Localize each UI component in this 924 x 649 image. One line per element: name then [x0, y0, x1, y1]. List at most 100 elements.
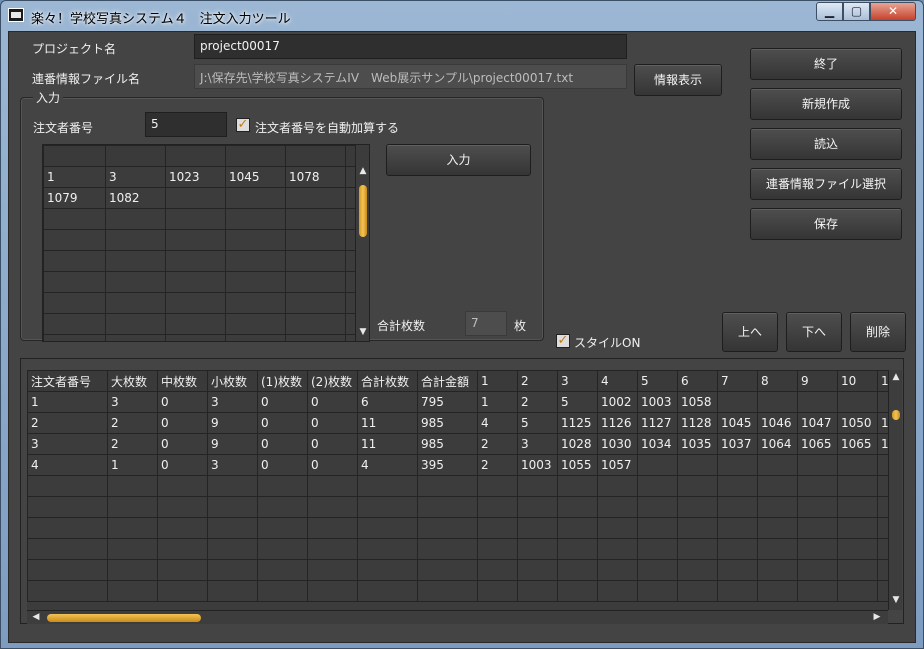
- orders-table[interactable]: 注文者番号 大枚数 中枚数 小枚数 (1)枚数 (2)枚数 合計枚数 合計金額 1 2 3 4 5 6 7 8…: [27, 370, 888, 610]
- new-button[interactable]: 新規作成: [750, 88, 902, 120]
- orders-column-header[interactable]: 合計枚数: [357, 370, 418, 392]
- orders-cell[interactable]: 2: [107, 412, 158, 434]
- select-serial-file-button[interactable]: 連番情報ファイル選択: [750, 168, 902, 200]
- orders-row[interactable]: [27, 517, 888, 539]
- orders-cell[interactable]: [757, 496, 798, 518]
- orders-row[interactable]: 1 3 0 3 0 0 6 795 1 2 5 1002 1003 1058: [27, 391, 888, 413]
- orders-cell[interactable]: 1028: [557, 433, 598, 455]
- orders-cell[interactable]: [877, 517, 888, 539]
- orders-cell[interactable]: 1: [877, 412, 888, 434]
- entry-cell[interactable]: 3: [105, 166, 166, 188]
- orders-cell[interactable]: [757, 391, 798, 413]
- orders-cell[interactable]: [837, 454, 878, 476]
- orders-cell[interactable]: [417, 559, 478, 581]
- orders-cell[interactable]: 1047: [797, 412, 838, 434]
- entry-grid-scrollbar[interactable]: ▲ ▼: [355, 165, 369, 341]
- orders-cell[interactable]: [877, 538, 888, 560]
- orders-cell[interactable]: [877, 496, 888, 518]
- enter-button[interactable]: 入力: [386, 144, 531, 176]
- orders-cell[interactable]: [517, 517, 558, 539]
- orders-cell[interactable]: [157, 580, 208, 602]
- orders-row[interactable]: 4 1 0 3 0 0 4 395 2 1003 1055 1057: [27, 454, 888, 476]
- orders-cell[interactable]: [27, 496, 108, 518]
- orders-cell[interactable]: [837, 496, 878, 518]
- orders-cell[interactable]: [717, 517, 758, 539]
- entry-cell[interactable]: [225, 187, 286, 209]
- orders-cell[interactable]: [307, 517, 358, 539]
- orders-cell[interactable]: [597, 475, 638, 497]
- orders-cell[interactable]: [157, 496, 208, 518]
- orders-cell[interactable]: [157, 559, 208, 581]
- orders-cell[interactable]: [157, 517, 208, 539]
- orders-cell[interactable]: 395: [417, 454, 478, 476]
- orders-cell[interactable]: 2: [477, 454, 518, 476]
- orders-cell[interactable]: 1: [877, 433, 888, 455]
- orders-cell[interactable]: [307, 538, 358, 560]
- orders-cell[interactable]: 0: [157, 454, 208, 476]
- scroll-down-icon[interactable]: ▼: [889, 595, 903, 605]
- orders-cell[interactable]: 795: [417, 391, 478, 413]
- orders-column-header[interactable]: 6: [677, 370, 718, 392]
- orders-cell[interactable]: [717, 475, 758, 497]
- orders-cell[interactable]: [517, 559, 558, 581]
- project-name-input[interactable]: project00017: [194, 34, 627, 59]
- orders-cell[interactable]: 3: [27, 433, 108, 455]
- orders-cell[interactable]: [257, 517, 308, 539]
- orders-cell[interactable]: [797, 538, 838, 560]
- entry-cell[interactable]: 1078: [285, 166, 346, 188]
- scroll-left-icon[interactable]: ◀: [29, 612, 43, 622]
- orders-cell[interactable]: [107, 538, 158, 560]
- orders-cell[interactable]: 0: [307, 454, 358, 476]
- orders-cell[interactable]: 985: [417, 433, 478, 455]
- minimize-button[interactable]: ▁: [816, 2, 843, 21]
- orders-cell[interactable]: 1055: [557, 454, 598, 476]
- orders-cell[interactable]: 0: [257, 412, 308, 434]
- orders-column-header[interactable]: 2: [517, 370, 558, 392]
- orders-cell[interactable]: 0: [157, 433, 208, 455]
- orders-cell[interactable]: 2: [517, 391, 558, 413]
- orders-cell[interactable]: 1058: [677, 391, 718, 413]
- scroll-down-icon[interactable]: ▼: [356, 327, 369, 337]
- orders-cell[interactable]: 0: [157, 412, 208, 434]
- orders-cell[interactable]: 1125: [557, 412, 598, 434]
- scroll-up-icon[interactable]: ▲: [356, 166, 369, 176]
- orderer-number-input[interactable]: 5: [145, 112, 227, 137]
- orders-cell[interactable]: [597, 496, 638, 518]
- orders-cell[interactable]: [837, 517, 878, 539]
- orders-cell[interactable]: [597, 559, 638, 581]
- entry-grid-row[interactable]: 1 3 1023 1045 1078: [43, 166, 356, 188]
- move-down-button[interactable]: 下へ: [786, 312, 842, 352]
- orders-cell[interactable]: [477, 475, 518, 497]
- orders-cell[interactable]: [477, 559, 518, 581]
- orders-cell[interactable]: 1035: [677, 433, 718, 455]
- info-display-button[interactable]: 情報表示: [634, 64, 722, 96]
- orders-hscrollbar[interactable]: ◀ ▶: [27, 610, 888, 624]
- orders-cell[interactable]: [417, 475, 478, 497]
- orders-cell[interactable]: [597, 517, 638, 539]
- orders-cell[interactable]: [557, 559, 598, 581]
- entry-grid-row[interactable]: 1079 1082: [43, 187, 356, 209]
- orders-cell[interactable]: 0: [157, 391, 208, 413]
- serial-file-input[interactable]: J:\保存先\学校写真システムIV Web展示サンプル\project00017…: [194, 64, 627, 89]
- orders-column-header[interactable]: 9: [797, 370, 838, 392]
- orders-row[interactable]: 2 2 0 9 0 0 11 985 4 5 1125 1126 1127 1128 1045 1046 104…: [27, 412, 888, 434]
- orders-cell[interactable]: [517, 538, 558, 560]
- orders-cell[interactable]: [637, 496, 678, 518]
- orders-cell[interactable]: [157, 538, 208, 560]
- orders-cell[interactable]: [477, 580, 518, 602]
- orders-cell[interactable]: [877, 454, 888, 476]
- orders-column-header[interactable]: 8: [757, 370, 798, 392]
- orders-cell[interactable]: 1: [477, 391, 518, 413]
- entry-cell[interactable]: 1045: [225, 166, 286, 188]
- close-button[interactable]: ✕: [870, 2, 916, 21]
- orders-cell[interactable]: 0: [307, 391, 358, 413]
- orders-cell[interactable]: [877, 475, 888, 497]
- orders-cell[interactable]: [257, 475, 308, 497]
- orders-cell[interactable]: [357, 475, 418, 497]
- orders-cell[interactable]: 2: [107, 433, 158, 455]
- orders-cell[interactable]: [717, 580, 758, 602]
- orders-column-header[interactable]: 10: [837, 370, 878, 392]
- orders-cell[interactable]: 1064: [757, 433, 798, 455]
- save-button[interactable]: 保存: [750, 208, 902, 240]
- orders-cell[interactable]: [797, 580, 838, 602]
